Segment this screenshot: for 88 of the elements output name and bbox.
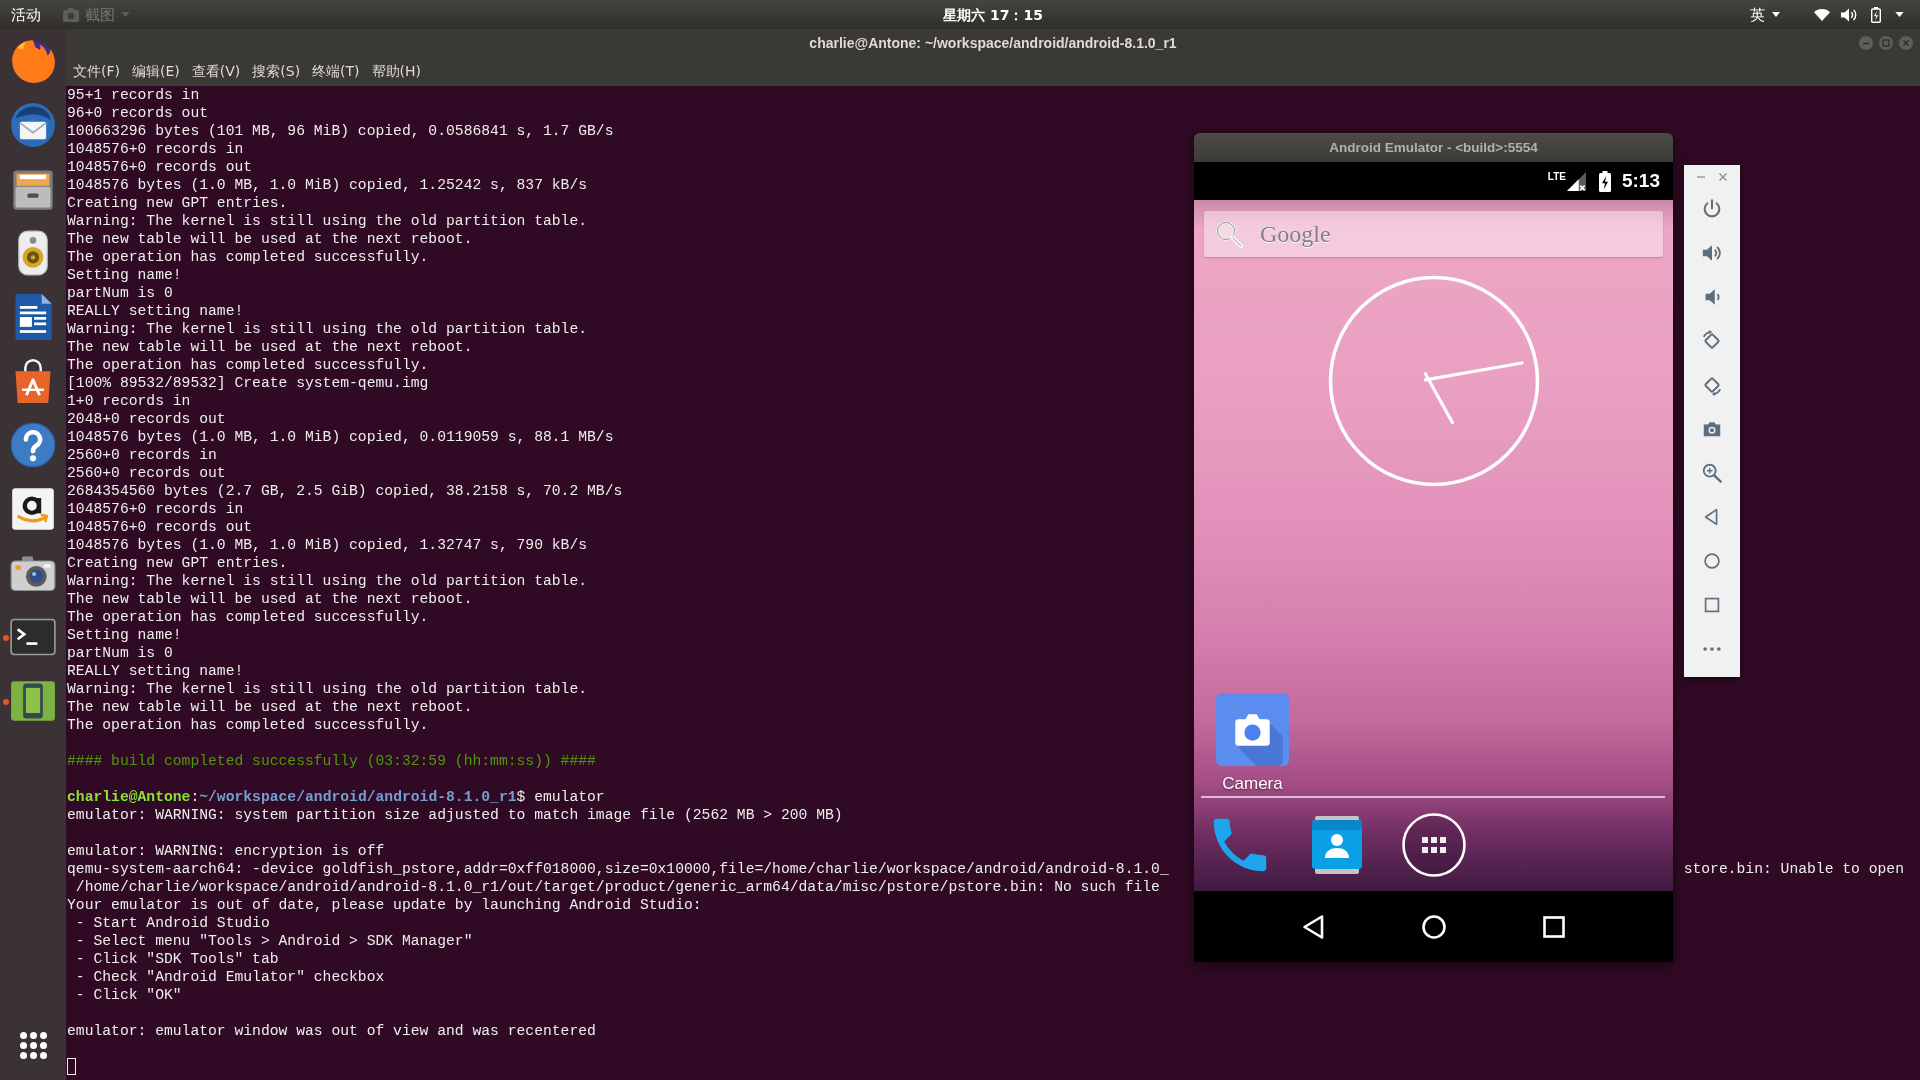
camera-icon xyxy=(63,7,79,22)
show-apps-icon[interactable] xyxy=(19,1032,47,1059)
terminal-line: 1048576 bytes (1.0 MB, 1.0 MiB) copied, 0.0119059 s, 88.1 MB/s xyxy=(67,428,614,446)
terminal-line: The operation has completed successfully. xyxy=(67,248,429,266)
battery-icon xyxy=(1598,170,1611,192)
terminal-line: The operation has completed successfully. xyxy=(67,356,429,374)
terminal-line: The new table will be used at the next reboot. xyxy=(67,230,473,248)
phone-tile-icon[interactable] xyxy=(10,678,56,724)
terminal-line: 100663296 bytes (101 MB, 96 MiB) copied, 0.0586841 s, 1.7 GB/s xyxy=(67,122,614,140)
terminal-line: 1048576 bytes (1.0 MB, 1.0 MiB) copied, 1.25242 s, 837 kB/s xyxy=(67,176,588,194)
terminal-line: The new table will be used at the next reboot. xyxy=(67,698,473,716)
terminal-line: 1048576+0 records out xyxy=(67,158,253,176)
status-time: 5:13 xyxy=(1621,170,1660,192)
window-title: Android Emulator - <build>:5554 xyxy=(1329,140,1538,155)
volume-icon[interactable] xyxy=(1841,7,1857,22)
clock-button[interactable]: 星期六 17：15 xyxy=(943,5,1043,24)
terminal-line: Creating new GPT entries. xyxy=(67,194,288,212)
globe-icon[interactable] xyxy=(10,38,56,84)
terminal-line: partNum is 0 xyxy=(67,284,173,302)
terminal-line: The new table will be used at the next reboot. xyxy=(67,338,473,356)
envelope-icon[interactable] xyxy=(10,102,56,148)
terminal-line: 1048576+0 records in xyxy=(67,500,244,518)
terminal-line: Setting name! xyxy=(67,266,182,284)
contacts-icon[interactable] xyxy=(1312,816,1362,874)
terminal-line: - Click "OK" xyxy=(74,986,182,1004)
terminal-line: REALLY setting name! xyxy=(67,662,244,680)
terminal-line: 2684354560 bytes (2.7 GB, 2.5 GiB) copied, 38.2158 s, 70.2 MB/s xyxy=(67,482,623,500)
caret-icon[interactable] xyxy=(1895,12,1904,17)
terminal-line: emulator: WARNING: system partition size adjusted to match image file (2562 MB > 200 MB) xyxy=(67,806,843,824)
terminal-line: /home/charlie/workspace/android/android-8.1.0_r1/out/target/product/generic_arm64/data/misc/pstore/pstore.bin: No such file xyxy=(74,878,1160,896)
caret-icon xyxy=(121,12,130,17)
text-cursor xyxy=(67,1058,76,1075)
terminal-line: 1048576+0 records in xyxy=(67,140,244,158)
zoom-in-icon[interactable] xyxy=(1701,462,1723,484)
terminal-line: emulator: WARNING: encryption is off xyxy=(67,842,385,860)
menu-item[interactable]: 文件(F) xyxy=(73,62,120,80)
terminal-line: 1048576+0 records out xyxy=(67,518,253,536)
terminal-line: Warning: The kernel is still using the old partition table. xyxy=(67,572,588,590)
app-shortcut[interactable]: Camera xyxy=(1216,693,1289,794)
terminal-line: #### build completed successfully (03:32:59 (hh:mm:ss)) #### xyxy=(67,752,596,770)
app-drawer-icon[interactable] xyxy=(1402,813,1466,877)
recents-icon[interactable] xyxy=(1540,913,1567,940)
terminal-line: 1048576 bytes (1.0 MB, 1.0 MiB) copied, 1.32747 s, 790 kB/s xyxy=(67,536,588,554)
signal-icon xyxy=(1566,171,1586,191)
terminal-line: - Check "Android Emulator" checkbox xyxy=(74,968,385,986)
terminal-line: Warning: The kernel is still using the old partition table. xyxy=(67,212,588,230)
terminal-line: - Select menu "Tools > Android > SDK Manager" xyxy=(74,932,473,950)
terminal-line: 1+0 records in xyxy=(67,392,191,410)
input-method-button[interactable]: 英 xyxy=(1750,5,1780,24)
menu-item[interactable]: 终端(T) xyxy=(312,62,360,80)
terminal-line: [100% 89532/89532] Create system-qemu.img xyxy=(67,374,429,392)
terminal-line: Setting name! xyxy=(67,626,182,644)
terminal-line: - Click "SDK Tools" tab xyxy=(74,950,279,968)
power-icon[interactable] xyxy=(1701,198,1723,220)
menu-item[interactable]: 编辑(E) xyxy=(132,62,180,80)
window-title: charlie@Antone: ~/workspace/android/android-8.1.0_r1 xyxy=(809,34,1177,51)
menu-item[interactable]: 查看(V) xyxy=(191,62,241,80)
battery-icon[interactable] xyxy=(1871,6,1881,23)
activities-button[interactable]: 活动 xyxy=(11,5,41,24)
menu-item[interactable]: 搜索(S) xyxy=(252,62,301,80)
terminal-line-end: store.bin: Unable to open xyxy=(1683,860,1904,878)
terminal-line: 96+0 records out xyxy=(67,104,209,122)
menu-item[interactable]: 帮助(H) xyxy=(371,62,422,80)
terminal-line: Creating new GPT entries. xyxy=(67,554,288,572)
terminal-line: qemu-system-aarch64: -device goldfish_pstore,addr=0xff018000,size=0x10000,file=/home/charlie/workspace/android/android-8.1.0_ xyxy=(67,860,1169,878)
terminal-line: 2560+0 records out xyxy=(67,464,226,482)
terminal-line: 2048+0 records out xyxy=(67,410,226,428)
help-icon[interactable] xyxy=(10,422,56,468)
terminal-line: 2560+0 records in xyxy=(67,446,217,464)
camera-icon xyxy=(1216,693,1289,766)
terminal-line: Warning: The kernel is still using the old partition table. xyxy=(67,320,588,338)
wifi-icon[interactable] xyxy=(1814,8,1830,21)
terminal-line: charlie@Antone:~/workspace/android/android-8.1.0_r1$ emulator xyxy=(67,788,605,806)
terminal-line: REALLY setting name! xyxy=(67,302,244,320)
terminal-line: The operation has completed successfully. xyxy=(67,716,429,734)
terminal-line: partNum is 0 xyxy=(67,644,173,662)
terminal-line: - Start Android Studio xyxy=(74,914,270,932)
home-icon[interactable] xyxy=(1420,913,1447,940)
terminal-line: Your emulator is out of date, please update by launching Android Studio: xyxy=(67,896,702,914)
close-icon[interactable] xyxy=(1719,173,1727,181)
terminal-line: The operation has completed successfully. xyxy=(67,608,429,626)
phone-icon[interactable] xyxy=(1212,817,1268,873)
terminal-line: The new table will be used at the next reboot. xyxy=(67,590,473,608)
terminal-line: Warning: The kernel is still using the old partition table. xyxy=(67,680,588,698)
network-type-label: LTE xyxy=(1547,171,1566,182)
caret-icon xyxy=(1772,12,1780,17)
terminal-line: emulator: emulator window was out of view and was recentered xyxy=(67,1022,596,1040)
terminal-line: 95+1 records in xyxy=(67,86,200,104)
